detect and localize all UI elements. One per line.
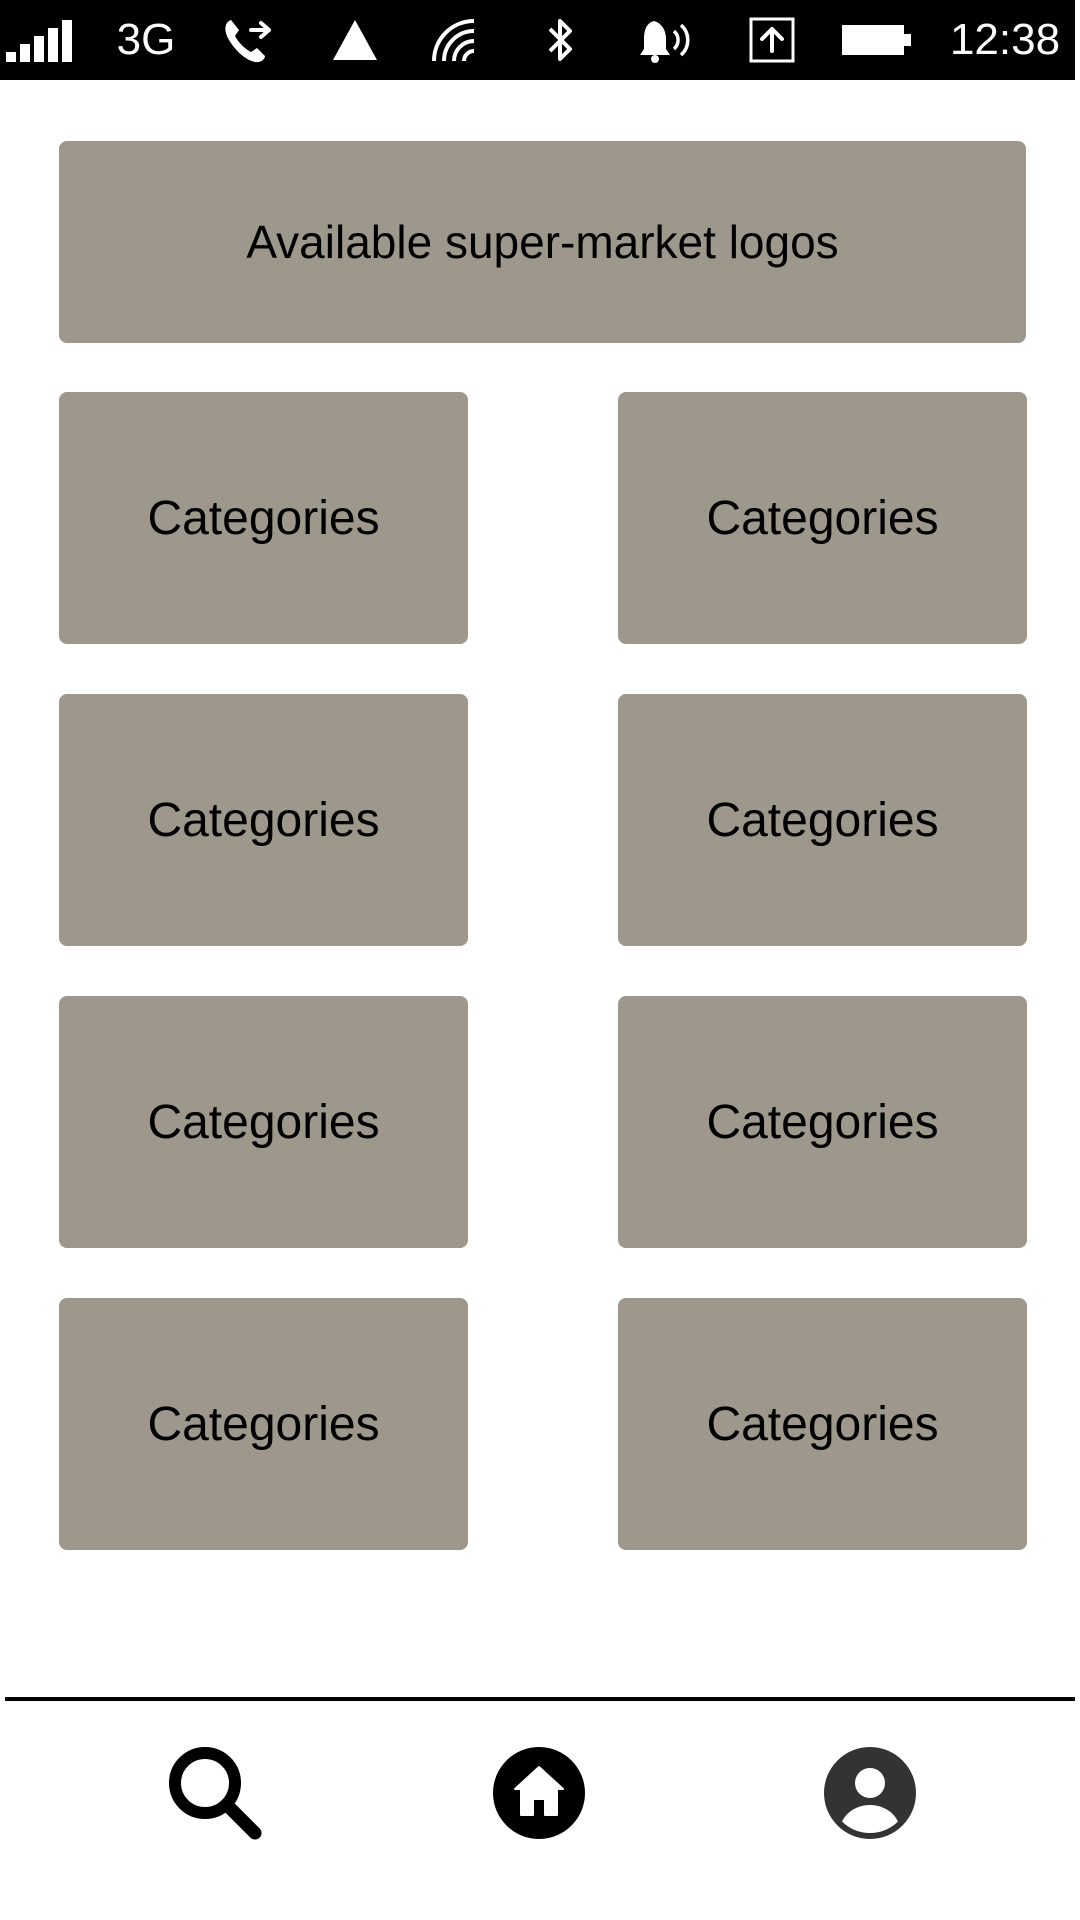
upload-icon <box>748 0 796 80</box>
network-type-label: 3G <box>116 15 176 64</box>
status-bar: 3G 12:38 <box>0 0 1075 80</box>
search-icon <box>165 1743 265 1848</box>
bottom-nav-divider <box>5 1697 1075 1701</box>
category-tile-7[interactable]: Categories <box>59 1298 468 1550</box>
search-button[interactable] <box>165 1745 265 1845</box>
wifi-icon <box>430 0 480 80</box>
category-label: Categories <box>147 793 380 847</box>
warning-triangle-icon <box>332 0 378 80</box>
signal-bars-icon <box>6 0 76 80</box>
home-button[interactable] <box>489 1745 589 1845</box>
category-tile-6[interactable]: Categories <box>618 996 1027 1248</box>
home-icon <box>491 1745 587 1846</box>
category-label: Categories <box>147 491 380 545</box>
category-label: Categories <box>147 1095 380 1149</box>
supermarket-logos-banner[interactable]: Available super-market logos <box>59 141 1026 343</box>
category-label: Categories <box>706 491 939 545</box>
profile-button[interactable] <box>820 1745 920 1845</box>
category-label: Categories <box>706 1397 939 1451</box>
category-label: Categories <box>706 793 939 847</box>
category-tile-3[interactable]: Categories <box>59 694 468 946</box>
category-tile-2[interactable]: Categories <box>618 392 1027 644</box>
profile-icon <box>822 1745 918 1846</box>
call-forward-icon <box>222 0 276 80</box>
app-screen: 3G 12:38 Available super-market logos Ca… <box>0 0 1080 1920</box>
category-tile-4[interactable]: Categories <box>618 694 1027 946</box>
category-tile-5[interactable]: Categories <box>59 996 468 1248</box>
bluetooth-icon <box>544 0 578 80</box>
clock: 12:38 <box>949 15 1061 64</box>
category-tile-8[interactable]: Categories <box>618 1298 1027 1550</box>
category-tile-1[interactable]: Categories <box>59 392 468 644</box>
category-label: Categories <box>147 1397 380 1451</box>
ringer-volume-icon <box>638 0 694 80</box>
banner-label: Available super-market logos <box>246 216 839 268</box>
battery-icon <box>842 0 912 80</box>
category-label: Categories <box>706 1095 939 1149</box>
